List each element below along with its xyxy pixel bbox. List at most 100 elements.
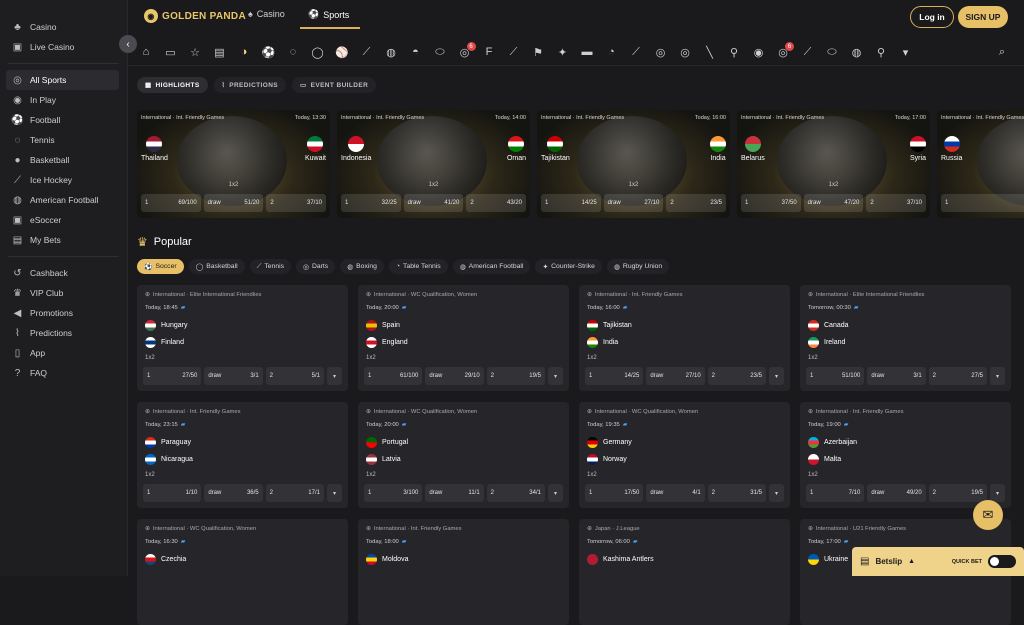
- snooker-icon[interactable]: ╲: [702, 44, 718, 60]
- logo[interactable]: ◉ GOLDEN PANDA: [144, 9, 246, 23]
- odd-home-button[interactable]: 1 17/50: [585, 484, 644, 502]
- more-markets-button[interactable]: ▾: [326, 367, 342, 385]
- quick-bet-toggle[interactable]: [988, 555, 1016, 568]
- odd-draw-button[interactable]: draw 27/10: [646, 367, 705, 385]
- tab-sports[interactable]: ⚽ Sports: [308, 9, 349, 20]
- more-markets-button[interactable]: ▾: [768, 484, 784, 502]
- badminton-icon[interactable]: ⟋: [506, 44, 522, 60]
- highlight-card[interactable]: International · Int. Friendly Games Today…: [537, 110, 730, 218]
- more-markets-button[interactable]: ▾: [768, 367, 784, 385]
- odd-home-button[interactable]: 1 14/25: [541, 194, 601, 212]
- sidebar-item-all-sports[interactable]: ◎ All Sports: [6, 70, 119, 90]
- sidebar-item-basketball[interactable]: ● Basketball: [0, 150, 127, 170]
- filter-table-tennis[interactable]: ◔ Table Tennis: [388, 259, 448, 274]
- tennis-icon[interactable]: ◌: [285, 44, 301, 60]
- odd-draw-button[interactable]: draw 47/20: [803, 194, 864, 212]
- tab-predictions[interactable]: ⌇ PREDICTIONS: [213, 77, 287, 93]
- match-card[interactable]: ⊕ International · Elite International Fri…: [800, 285, 1011, 391]
- chat-support-button[interactable]: ✉: [973, 500, 1003, 530]
- more-markets-button[interactable]: ▾: [547, 484, 563, 502]
- sidebar-item-in-play[interactable]: ◉ In Play: [0, 90, 127, 110]
- more-markets-button[interactable]: ▾: [547, 367, 563, 385]
- odd-away-button[interactable]: 2 23/5: [666, 194, 727, 212]
- odd-draw-button[interactable]: draw 4/1: [646, 484, 705, 502]
- bowling-icon[interactable]: ◉: [751, 44, 767, 60]
- volleyball-icon[interactable]: ◓: [408, 44, 424, 60]
- darts-icon[interactable]: ◎: [677, 44, 693, 60]
- match-card[interactable]: ⊕ International · Int. Friendly Games Tod…: [800, 402, 1011, 508]
- match-card[interactable]: ⊕ International · Int. Friendly Games Tod…: [137, 402, 348, 508]
- more-markets-button[interactable]: ▾: [326, 484, 342, 502]
- sidebar-item-predictions[interactable]: ⌇ Predictions: [0, 323, 127, 343]
- american-football-icon[interactable]: ◍: [849, 44, 865, 60]
- filter-counter-strike[interactable]: ✦ Counter-Strike: [535, 259, 602, 274]
- match-card[interactable]: ⊕ International · WC Qualification, Women…: [358, 402, 569, 508]
- odd-draw-button[interactable]: draw 27/10: [603, 194, 664, 212]
- more-markets-button[interactable]: ▾: [989, 367, 1005, 385]
- odd-draw-button[interactable]: draw 29/10: [425, 367, 484, 385]
- odd-away-button[interactable]: 2 31/5: [707, 484, 766, 502]
- sidebar-item-vip-club[interactable]: ♛ VIP Club: [0, 283, 127, 303]
- odd-home-button[interactable]: 1 32/25: [341, 194, 401, 212]
- odd-away-button[interactable]: 2 37/10: [866, 194, 927, 212]
- golf-icon[interactable]: ⚲: [726, 44, 742, 60]
- rugby-icon[interactable]: ⬭: [432, 44, 448, 60]
- match-card[interactable]: ⊕ International · Int. Friendly Games Tod…: [579, 285, 790, 391]
- highlight-card[interactable]: International · Int. Friendly Games Today…: [737, 110, 930, 218]
- odd-home-button[interactable]: 1 37/50: [741, 194, 801, 212]
- odd-draw-button[interactable]: draw 41/20: [403, 194, 464, 212]
- table-tennis-icon[interactable]: ◔: [604, 44, 620, 60]
- highlight-card[interactable]: International · Int. Friendly Games Russi…: [937, 110, 1024, 218]
- filter-tennis[interactable]: ⟋ Tennis: [249, 259, 292, 274]
- today-icon[interactable]: ◑: [236, 44, 252, 60]
- odd-home-button[interactable]: 1 3/100: [364, 484, 423, 502]
- odd-draw-button[interactable]: draw 49/20: [867, 484, 926, 502]
- filter-basketball[interactable]: ◯ Basketball: [188, 259, 245, 274]
- filter-darts[interactable]: ◎ Darts: [296, 259, 336, 274]
- tab-casino[interactable]: ♠ Casino: [248, 9, 285, 19]
- sidebar-item-american-football[interactable]: ◍ American Football: [0, 190, 127, 210]
- odd-draw-button[interactable]: draw 51/20: [203, 194, 264, 212]
- tab-event-builder[interactable]: ▭ EVENT BUILDER: [292, 77, 377, 93]
- esports-a-icon[interactable]: ◎ 6: [457, 42, 476, 60]
- handball-icon[interactable]: ◍: [383, 44, 399, 60]
- baseball-icon[interactable]: ⚾: [334, 44, 350, 60]
- match-card[interactable]: ⊕ Japan · J.League Tomorrow, 06:00 ▰ Kashim…: [579, 519, 790, 625]
- racing-icon[interactable]: ⚑: [530, 44, 546, 60]
- filter-rugby-union[interactable]: ◍ Rugby Union: [606, 259, 670, 274]
- basketball-icon[interactable]: ◯: [310, 44, 326, 60]
- odd-away-button[interactable]: 2 19/5: [928, 484, 987, 502]
- soccer-icon[interactable]: ⚽: [261, 44, 277, 60]
- highlight-card[interactable]: International · Int. Friendly Games Today…: [337, 110, 530, 218]
- highlight-card[interactable]: International · Int. Friendly Games Today…: [137, 110, 330, 218]
- odd-home-button[interactable]: 1 14/25: [585, 367, 644, 385]
- hockey-icon[interactable]: ⟋: [359, 44, 375, 60]
- search-icon[interactable]: ⌕: [994, 44, 1010, 60]
- sidebar-item-football[interactable]: ⚽ Football: [0, 110, 127, 130]
- match-card[interactable]: ⊕ International · Int. Friendly Games Tod…: [358, 519, 569, 625]
- odd-draw-button[interactable]: draw 3/1: [867, 367, 926, 385]
- odd-home-button[interactable]: 1 7/10: [806, 484, 865, 502]
- odd-draw-button[interactable]: draw 3/1: [204, 367, 263, 385]
- sidebar-item-live-casino[interactable]: ▣ Live Casino: [0, 37, 127, 57]
- filter-boxing[interactable]: ◍ Boxing: [340, 259, 384, 274]
- odd-away-button[interactable]: 2 43/20: [466, 194, 527, 212]
- cycling-icon[interactable]: ⚲: [873, 44, 889, 60]
- match-card[interactable]: ⊕ International · WC Qualification, Women…: [358, 285, 569, 391]
- odd-home-button[interactable]: 1 1/10: [143, 484, 202, 502]
- signup-button[interactable]: SIGN UP: [958, 6, 1008, 28]
- cricket-icon[interactable]: ⟋: [628, 44, 644, 60]
- mma-icon[interactable]: ▬: [579, 44, 595, 60]
- odd-home-button[interactable]: 1 51/100: [806, 367, 865, 385]
- odd-draw-button[interactable]: draw 36/5: [204, 484, 263, 502]
- sidebar-item-promotions[interactable]: ◀ Promotions: [0, 303, 127, 323]
- betslip-bar[interactable]: ▤ Betslip ▲ QUICK BET: [852, 547, 1024, 576]
- collapse-sidebar-button[interactable]: ‹: [119, 35, 137, 53]
- my-bets-icon[interactable]: ▤: [212, 44, 228, 60]
- sidebar-item-casino[interactable]: ♣ Casino: [0, 17, 127, 37]
- rugby-league-icon[interactable]: ⬭: [824, 44, 840, 60]
- esports-b-icon[interactable]: ◎: [653, 44, 669, 60]
- odd-draw-button[interactable]: draw 11/1: [425, 484, 484, 502]
- match-card[interactable]: ⊕ International · WC Qualification, Women…: [579, 402, 790, 508]
- more-icon[interactable]: ▾: [898, 44, 914, 60]
